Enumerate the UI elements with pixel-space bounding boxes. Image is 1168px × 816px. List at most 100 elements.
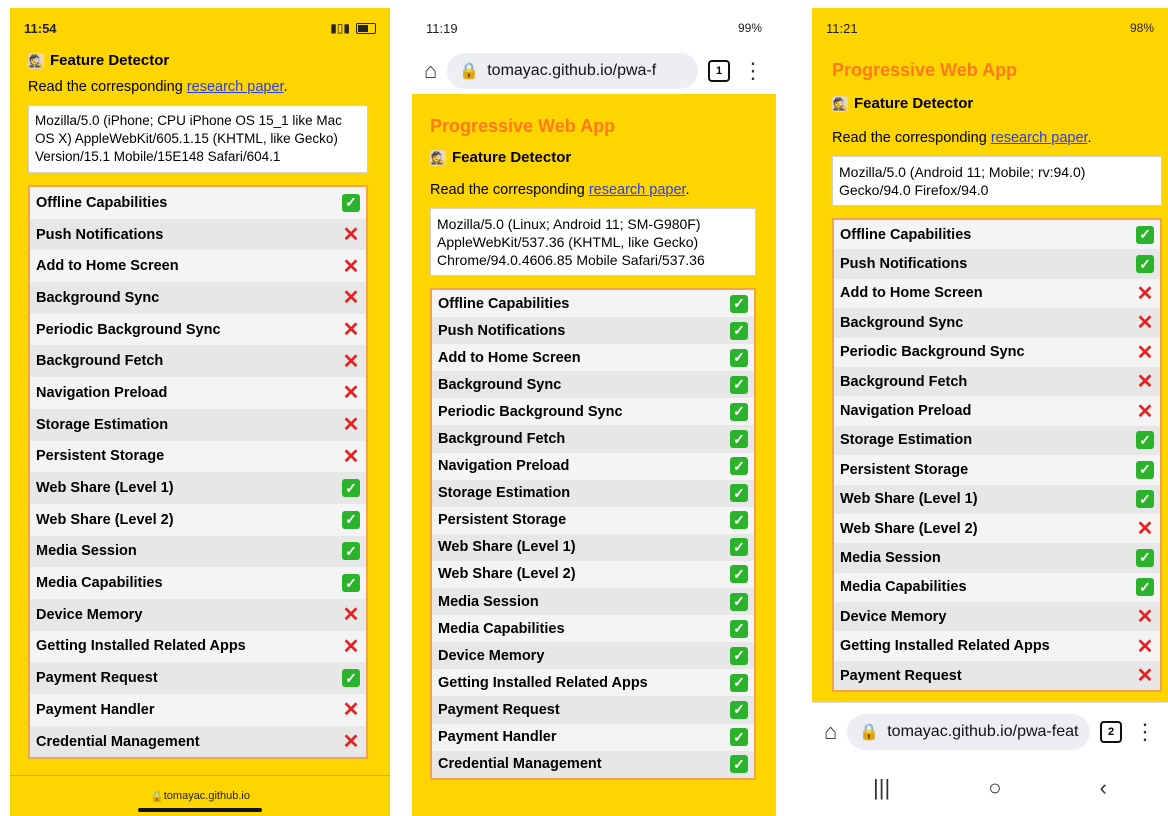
check-icon: ✓ <box>342 193 360 212</box>
status-bar: 11:54 ▮▯▮ <box>10 8 390 48</box>
cross-icon: ✕ <box>1136 312 1154 335</box>
feature-label: Payment Request <box>36 670 158 687</box>
feature-label: Background Sync <box>840 314 964 331</box>
phone-android-chrome: 11:19 99% ⌂ 🔒 tomayac.github.io/pwa-f 1 … <box>412 8 776 816</box>
check-icon: ✓ <box>1136 431 1154 450</box>
feature-row: Navigation Preload ✕ <box>30 377 366 409</box>
feature-row: Web Share (Level 2) ✓ <box>432 560 754 589</box>
wifi-icon: ▮▯▮ <box>330 21 350 35</box>
tabs-count-button[interactable]: 1 <box>708 60 730 82</box>
feature-row: Add to Home Screen ✓ <box>432 344 754 372</box>
features-table: Offline Capabilities ✓ Push Notifications ✓… <box>430 288 756 780</box>
feature-detector-heading: 🕵 Feature Detector <box>430 149 756 166</box>
check-icon: ✓ <box>730 565 748 584</box>
feature-label: Payment Handler <box>36 701 155 718</box>
recent-apps-icon[interactable]: ||| <box>873 775 890 801</box>
feature-row: Media Session ✓ <box>834 543 1160 573</box>
feature-label: Push Notifications <box>840 256 968 273</box>
feature-row: Credential Management ✓ <box>432 750 754 778</box>
lock-icon: 🔒 <box>150 790 164 803</box>
status-bar: 11:19 99% <box>412 8 776 48</box>
status-icons: ▮▯▮ <box>330 21 376 35</box>
android-nav-bar: ||| ○ ‹ <box>812 760 1168 816</box>
check-icon: ✓ <box>342 542 360 561</box>
features-table: Offline Capabilities ✓ Push Notifications ✕… <box>28 185 368 760</box>
cross-icon: ✕ <box>1136 665 1154 688</box>
detective-icon: 🕵 <box>832 95 848 112</box>
check-icon: ✓ <box>1136 255 1154 274</box>
feature-row: Web Share (Level 2) ✕ <box>834 513 1160 544</box>
feature-row: Getting Installed Related Apps ✓ <box>432 669 754 697</box>
cross-icon: ✕ <box>342 731 360 754</box>
feature-label: Media Capabilities <box>36 575 163 592</box>
feature-label: Media Session <box>438 593 539 610</box>
check-icon: ✓ <box>730 700 748 719</box>
detective-icon: 🕵 <box>430 149 446 166</box>
feature-row: Periodic Background Sync ✓ <box>432 398 754 426</box>
status-time: 11:54 <box>24 20 57 36</box>
detective-icon: 🕵 <box>28 52 44 69</box>
cross-icon: ✕ <box>342 699 360 722</box>
pwa-heading: Progressive Web App <box>832 60 1018 80</box>
check-icon: ✓ <box>730 511 748 530</box>
feature-label: Periodic Background Sync <box>36 321 221 338</box>
status-time: 11:21 <box>826 20 858 36</box>
feature-label: Storage Estimation <box>36 416 169 433</box>
feature-row: Credential Management ✕ <box>30 725 366 758</box>
home-icon[interactable]: ⌂ <box>824 719 837 745</box>
status-bar: 11:21 98% <box>812 8 1168 48</box>
feature-row: Navigation Preload ✕ <box>834 396 1160 426</box>
feature-row: Background Fetch ✕ <box>30 345 366 378</box>
feature-label: Navigation Preload <box>840 403 972 420</box>
feature-detector-heading: 🕵 Feature Detector <box>28 52 368 69</box>
feature-label: Device Memory <box>438 647 545 664</box>
read-prefix: Read the corresponding <box>28 79 187 95</box>
phone-ios: 11:54 ▮▯▮ 🕵 Feature Detector Read the co… <box>10 8 390 816</box>
research-paper-link[interactable]: research paper <box>589 182 686 198</box>
feature-row: Background Sync ✓ <box>432 371 754 399</box>
read-paper-line: Read the corresponding research paper. <box>430 182 756 198</box>
feature-row: Device Memory ✓ <box>432 642 754 670</box>
feature-label: Background Sync <box>438 376 562 393</box>
feature-row: Payment Request ✕ <box>834 660 1160 691</box>
feature-label: Media Session <box>840 549 941 566</box>
phone-android-firefox: 11:21 98% Progressive Web App 🕵 Feature … <box>812 8 1168 816</box>
feature-row: Media Capabilities ✓ <box>30 567 366 599</box>
feature-row: Payment Request ✓ <box>30 662 366 694</box>
pwa-heading: Progressive Web App <box>430 116 616 136</box>
address-bar[interactable]: 🔒 tomayac.github.io/pwa-feat <box>847 713 1090 750</box>
feature-label: Push Notifications <box>438 322 566 339</box>
read-prefix: Read the corresponding <box>430 182 589 198</box>
read-suffix: . <box>283 79 288 95</box>
home-circle-icon[interactable]: ○ <box>988 775 1001 801</box>
read-suffix: . <box>1087 130 1092 146</box>
check-icon: ✓ <box>730 294 748 313</box>
battery-icon <box>356 22 376 34</box>
feature-label: Web Share (Level 1) <box>438 539 576 556</box>
status-icons: 99% <box>737 21 762 35</box>
address-bar[interactable]: 🔒 tomayac.github.io/pwa-f <box>447 53 698 89</box>
cross-icon: ✕ <box>342 287 360 310</box>
tabs-count-button[interactable]: 2 <box>1100 720 1122 743</box>
feature-label: Persistent Storage <box>438 512 567 529</box>
home-icon[interactable]: ⌂ <box>424 58 437 84</box>
feature-label: Getting Installed Related Apps <box>36 638 246 655</box>
menu-icon[interactable]: ⋮ <box>742 58 764 84</box>
back-icon[interactable]: ‹ <box>1100 775 1107 801</box>
feature-row: Navigation Preload ✓ <box>432 452 754 480</box>
read-paper-line: Read the corresponding research paper. <box>28 79 368 95</box>
feature-label: Background Sync <box>36 289 160 306</box>
feature-label: Credential Management <box>36 733 200 750</box>
menu-icon[interactable]: ⋮ <box>1134 719 1156 745</box>
research-paper-link[interactable]: research paper <box>187 79 284 95</box>
feature-label: Web Share (Level 2) <box>438 566 576 583</box>
check-icon: ✓ <box>730 538 748 557</box>
feature-label: Web Share (Level 2) <box>36 511 174 528</box>
feature-row: Getting Installed Related Apps ✕ <box>30 630 366 663</box>
feature-row: Web Share (Level 1) ✓ <box>432 533 754 561</box>
feature-row: Offline Capabilities ✓ <box>432 290 754 318</box>
feature-label: Web Share (Level 1) <box>840 491 978 508</box>
feature-row: Background Fetch ✓ <box>432 425 754 453</box>
feature-row: Offline Capabilities ✓ <box>30 187 366 219</box>
research-paper-link[interactable]: research paper <box>991 130 1088 146</box>
